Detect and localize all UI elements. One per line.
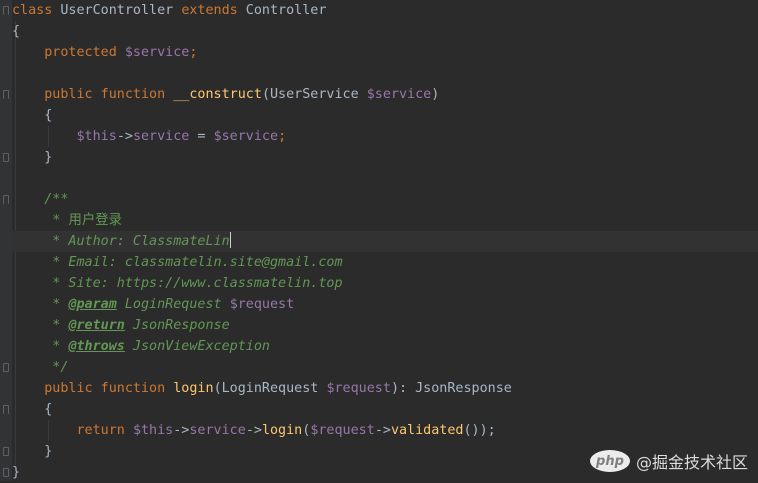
code-line[interactable]: public function __construct(UserService … xyxy=(12,84,758,105)
code-line[interactable]: { xyxy=(12,21,758,42)
code-line[interactable]: } xyxy=(12,147,758,168)
code-token: * xyxy=(12,213,69,228)
code-line[interactable]: $this->service = $service; xyxy=(12,126,758,147)
code-editor[interactable]: class UserController extends Controller {… xyxy=(0,0,758,481)
code-token: @return xyxy=(68,318,125,333)
code-line[interactable] xyxy=(12,63,758,84)
code-line[interactable]: { xyxy=(12,105,758,126)
code-token: } xyxy=(12,444,53,459)
code-token: * xyxy=(12,318,69,333)
code-token: extends xyxy=(181,3,238,18)
code-token: { xyxy=(12,402,53,417)
code-line[interactable]: protected $service; xyxy=(12,42,758,63)
code-token: public function xyxy=(12,381,174,396)
code-token: login xyxy=(261,423,303,438)
code-token: /** xyxy=(12,192,69,207)
code-token: ; xyxy=(189,45,198,60)
code-token: * xyxy=(12,297,69,312)
code-line[interactable]: * @return JsonResponse xyxy=(12,315,758,336)
code-token: * xyxy=(12,339,69,354)
code-token: @throws xyxy=(68,339,125,354)
code-token: $service xyxy=(124,45,190,60)
code-token: * Email: classmatelin.site@gmail.com xyxy=(12,255,343,270)
text-caret xyxy=(229,232,232,248)
code-line[interactable]: /** xyxy=(12,189,758,210)
code-token: $request xyxy=(326,381,391,396)
code-token: ; xyxy=(278,129,287,144)
code-token: $request xyxy=(310,423,375,438)
code-token: LoginRequest xyxy=(116,297,230,312)
code-line[interactable]: { xyxy=(12,399,758,420)
code-token: (UserService xyxy=(261,87,367,102)
code-token: validated xyxy=(390,423,464,438)
code-line[interactable]: * Email: classmatelin.site@gmail.com xyxy=(12,252,758,273)
watermark: php @掘金技术社区 xyxy=(589,449,748,473)
code-token: ()); xyxy=(463,423,496,438)
code-token: { xyxy=(12,108,53,123)
code-token: return xyxy=(12,423,133,438)
code-line[interactable]: public function login(LoginRequest $requ… xyxy=(12,378,758,399)
code-token: = xyxy=(189,129,214,144)
code-line[interactable] xyxy=(12,168,758,189)
code-line[interactable]: */ xyxy=(12,357,758,378)
code-token: } xyxy=(12,465,21,480)
code-token: $request xyxy=(229,297,295,312)
code-token: JsonViewException xyxy=(124,339,270,354)
code-token: service xyxy=(189,423,246,438)
php-logo-icon: php xyxy=(589,450,630,472)
code-token: Controller xyxy=(237,3,327,18)
code-token: public function xyxy=(12,87,174,102)
code-token: class xyxy=(12,3,53,18)
code-line[interactable]: * 用户登录 xyxy=(12,210,758,231)
code-token: -> xyxy=(374,423,391,438)
code-token: (LoginRequest xyxy=(213,381,327,396)
code-token: $service xyxy=(213,129,279,144)
code-token: __construct xyxy=(173,87,262,102)
code-token: -> xyxy=(245,423,262,438)
code-token: */ xyxy=(12,360,69,375)
code-token: $this xyxy=(12,129,117,144)
code-token: @param xyxy=(68,297,117,312)
code-line[interactable]: * @throws JsonViewException xyxy=(12,336,758,357)
code-token: $service xyxy=(366,87,432,102)
code-token: 用户登录 xyxy=(68,213,122,228)
code-token: JsonResponse xyxy=(124,318,230,333)
code-token: UserController xyxy=(52,3,182,18)
code-line-current[interactable]: * Author: ClassmateLin xyxy=(12,231,758,252)
code-token: ) xyxy=(431,87,440,102)
code-token: $this xyxy=(132,423,174,438)
code-token: -> xyxy=(173,423,190,438)
code-token: } xyxy=(12,150,53,165)
code-token: -> xyxy=(116,129,133,144)
code-token: service xyxy=(132,129,190,144)
code-token: protected xyxy=(12,45,125,60)
code-line[interactable]: * Site: https://www.classmatelin.top xyxy=(12,273,758,294)
watermark-text: @掘金技术社区 xyxy=(635,453,748,472)
code-line[interactable]: * @param LoginRequest $request xyxy=(12,294,758,315)
code-line[interactable]: return $this->service->login($request->v… xyxy=(12,420,758,441)
code-token: login xyxy=(173,381,214,396)
code-token: * Author: ClassmateLin xyxy=(12,234,230,249)
code-token: ): JsonResponse xyxy=(390,381,512,396)
code-token: { xyxy=(12,24,21,39)
code-token: * Site: https://www.classmatelin.top xyxy=(12,276,343,291)
code-line[interactable]: class UserController extends Controller xyxy=(12,0,758,21)
